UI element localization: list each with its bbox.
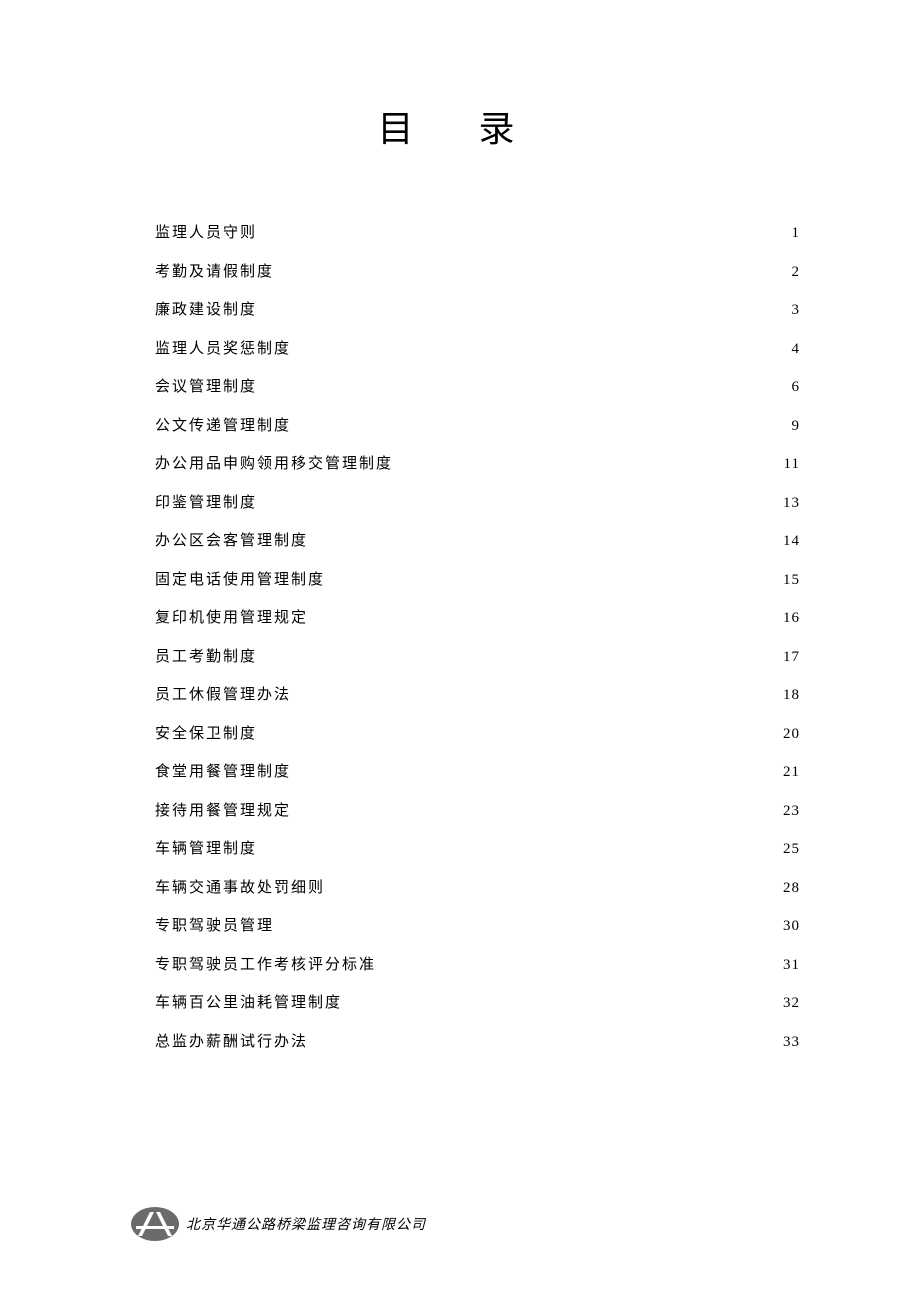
table-of-contents: 监理人员守则 1 考勤及请假制度 2 廉政建设制度 3 监理人员奖惩制度 4 会议管理制度 6 公文… [0, 222, 920, 1053]
toc-entry-label: 车辆交通事故处罚细则 [155, 877, 325, 900]
toc-entry-label: 廉政建设制度 [155, 299, 257, 322]
toc-entry-page: 16 [783, 607, 800, 630]
toc-entry-label: 员工考勤制度 [155, 646, 257, 669]
toc-entry: 专职驾驶员管理 30 [155, 915, 800, 938]
toc-entry-page: 23 [783, 800, 800, 823]
toc-entry-page: 11 [784, 453, 800, 476]
toc-entry: 印鉴管理制度 13 [155, 492, 800, 515]
toc-entry: 公文传递管理制度 9 [155, 415, 800, 438]
toc-entry-label: 车辆管理制度 [155, 838, 257, 861]
toc-entry-label: 会议管理制度 [155, 376, 257, 399]
toc-entry-page: 17 [783, 646, 800, 669]
toc-entry: 车辆交通事故处罚细则 28 [155, 877, 800, 900]
footer: 北京华通公路桥梁监理咨询有限公司 [130, 1206, 426, 1242]
toc-entry-page: 20 [783, 723, 800, 746]
toc-entry: 员工考勤制度 17 [155, 646, 800, 669]
toc-entry-label: 专职驾驶员工作考核评分标准 [155, 954, 376, 977]
toc-entry: 廉政建设制度 3 [155, 299, 800, 322]
toc-entry-label: 公文传递管理制度 [155, 415, 291, 438]
toc-entry: 考勤及请假制度 2 [155, 261, 800, 284]
toc-entry-page: 21 [783, 761, 800, 784]
toc-entry-page: 25 [783, 838, 800, 861]
toc-entry: 车辆管理制度 25 [155, 838, 800, 861]
toc-entry-label: 员工休假管理办法 [155, 684, 291, 707]
toc-entry-page: 6 [792, 376, 801, 399]
toc-entry: 专职驾驶员工作考核评分标准 31 [155, 954, 800, 977]
toc-entry-page: 15 [783, 569, 800, 592]
toc-entry-label: 车辆百公里油耗管理制度 [155, 992, 342, 1015]
toc-entry-label: 考勤及请假制度 [155, 261, 274, 284]
toc-entry: 接待用餐管理规定 23 [155, 800, 800, 823]
toc-entry-label: 办公用品申购领用移交管理制度 [155, 453, 393, 476]
toc-entry: 车辆百公里油耗管理制度 32 [155, 992, 800, 1015]
toc-entry: 监理人员守则 1 [155, 222, 800, 245]
toc-entry-page: 2 [792, 261, 801, 284]
toc-entry-page: 33 [783, 1031, 800, 1054]
toc-entry-page: 18 [783, 684, 800, 707]
toc-entry-page: 30 [783, 915, 800, 938]
toc-entry-label: 接待用餐管理规定 [155, 800, 291, 823]
toc-entry-label: 印鉴管理制度 [155, 492, 257, 515]
toc-entry: 办公用品申购领用移交管理制度 11 [155, 453, 800, 476]
toc-entry: 复印机使用管理规定 16 [155, 607, 800, 630]
toc-entry: 固定电话使用管理制度 15 [155, 569, 800, 592]
toc-entry-page: 13 [783, 492, 800, 515]
toc-entry-label: 固定电话使用管理制度 [155, 569, 325, 592]
toc-entry-page: 28 [783, 877, 800, 900]
toc-entry-label: 监理人员奖惩制度 [155, 338, 291, 361]
page-title: 目 录 [0, 0, 920, 222]
company-logo-icon [130, 1206, 180, 1242]
toc-entry-label: 安全保卫制度 [155, 723, 257, 746]
toc-entry: 办公区会客管理制度 14 [155, 530, 800, 553]
toc-entry: 员工休假管理办法 18 [155, 684, 800, 707]
toc-entry-page: 32 [783, 992, 800, 1015]
toc-entry: 安全保卫制度 20 [155, 723, 800, 746]
toc-entry-label: 监理人员守则 [155, 222, 257, 245]
toc-entry-page: 31 [783, 954, 800, 977]
toc-entry-page: 14 [783, 530, 800, 553]
toc-entry-page: 9 [792, 415, 801, 438]
toc-entry: 会议管理制度 6 [155, 376, 800, 399]
toc-entry-label: 食堂用餐管理制度 [155, 761, 291, 784]
toc-entry-page: 4 [792, 338, 801, 361]
toc-entry-page: 1 [792, 222, 801, 245]
toc-entry-label: 办公区会客管理制度 [155, 530, 308, 553]
toc-entry: 总监办薪酬试行办法 33 [155, 1031, 800, 1054]
toc-entry-page: 3 [792, 299, 801, 322]
toc-entry-label: 复印机使用管理规定 [155, 607, 308, 630]
toc-entry-label: 总监办薪酬试行办法 [155, 1031, 308, 1054]
toc-entry-label: 专职驾驶员管理 [155, 915, 274, 938]
company-name: 北京华通公路桥梁监理咨询有限公司 [186, 1214, 426, 1234]
toc-entry: 食堂用餐管理制度 21 [155, 761, 800, 784]
toc-entry: 监理人员奖惩制度 4 [155, 338, 800, 361]
